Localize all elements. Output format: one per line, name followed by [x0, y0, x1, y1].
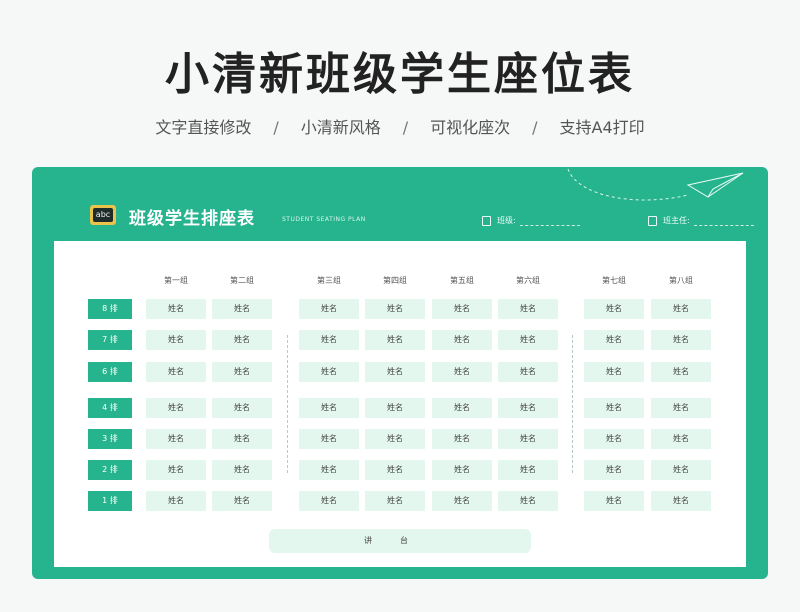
seat-cell[interactable]: 姓名 — [432, 362, 492, 382]
seat-cell[interactable]: 姓名 — [365, 330, 425, 350]
seat-cell[interactable]: 姓名 — [432, 398, 492, 418]
seat-cell[interactable]: 姓名 — [299, 398, 359, 418]
feature-item: 支持A4打印 — [559, 118, 645, 137]
seat-cell[interactable]: 姓名 — [212, 460, 272, 480]
seat-cell[interactable]: 姓名 — [146, 330, 206, 350]
seat-cell[interactable]: 姓名 — [365, 460, 425, 480]
page-title: 小清新班级学生座位表 — [165, 49, 635, 100]
seat-cell[interactable]: 姓名 — [365, 299, 425, 319]
seat-cell[interactable]: 姓名 — [498, 299, 558, 319]
seat-cell[interactable]: 姓名 — [212, 491, 272, 511]
seat-cell[interactable]: 姓名 — [432, 330, 492, 350]
seat-cell[interactable]: 姓名 — [651, 429, 711, 449]
seat-cell[interactable]: 姓名 — [651, 362, 711, 382]
group-header: 第六组 — [516, 276, 540, 285]
group-header: 第七组 — [602, 276, 626, 285]
class-input-line[interactable] — [519, 218, 580, 226]
seat-cell[interactable]: 姓名 — [432, 299, 492, 319]
seat-cell[interactable]: 姓名 — [584, 362, 644, 382]
sheet-subtitle: STUDENT SEATING PLAN — [282, 216, 366, 223]
seat-cell[interactable]: 姓名 — [146, 299, 206, 319]
row-label: 7 排 — [88, 330, 132, 350]
seat-cell[interactable]: 姓名 — [146, 460, 206, 480]
separator: / — [273, 118, 279, 137]
seat-cell[interactable]: 姓名 — [584, 299, 644, 319]
seat-cell[interactable]: 姓名 — [299, 330, 359, 350]
seat-cell[interactable]: 姓名 — [365, 429, 425, 449]
seat-cell[interactable]: 姓名 — [584, 491, 644, 511]
seat-cell[interactable]: 姓名 — [365, 398, 425, 418]
seat-cell[interactable]: 姓名 — [212, 362, 272, 382]
seat-cell[interactable]: 姓名 — [584, 330, 644, 350]
seat-cell[interactable]: 姓名 — [365, 491, 425, 511]
group-header: 第二组 — [230, 276, 254, 285]
feature-list: 文字直接修改 / 小清新风格 / 可视化座次 / 支持A4打印 — [0, 114, 800, 138]
seat-cell[interactable]: 姓名 — [212, 330, 272, 350]
feature-item: 可视化座次 — [430, 118, 511, 137]
seat-cell[interactable]: 姓名 — [212, 429, 272, 449]
seat-cell[interactable]: 姓名 — [651, 491, 711, 511]
seat-cell[interactable]: 姓名 — [584, 429, 644, 449]
row-label: 2 排 — [88, 460, 132, 480]
row-label: 4 排 — [88, 398, 132, 418]
seat-cell[interactable]: 姓名 — [212, 299, 272, 319]
row-label: 3 排 — [88, 429, 132, 449]
seat-cell[interactable]: 姓名 — [498, 491, 558, 511]
separator: / — [402, 118, 409, 137]
teacher-field[interactable]: 班主任: — [648, 215, 754, 226]
feature-item: 小清新风格 — [300, 118, 381, 137]
seat-cell[interactable]: 姓名 — [146, 398, 206, 418]
teacher-input-line[interactable] — [693, 218, 754, 226]
row-label: 8 排 — [88, 299, 132, 319]
seat-cell[interactable]: 姓名 — [498, 429, 558, 449]
aisle-divider — [287, 335, 288, 473]
seat-cell[interactable]: 姓名 — [498, 398, 558, 418]
seat-cell[interactable]: 姓名 — [146, 491, 206, 511]
seat-cell[interactable]: 姓名 — [498, 460, 558, 480]
seat-cell[interactable]: 姓名 — [299, 299, 359, 319]
feature-item: 文字直接修改 — [155, 118, 252, 137]
seat-cell[interactable]: 姓名 — [299, 429, 359, 449]
podium: 讲台 — [269, 529, 531, 553]
seating-chart-card: abc 班级学生排座表 STUDENT SEATING PLAN 班级: 班主任… — [32, 167, 768, 579]
separator: / — [532, 118, 538, 137]
sheet-title: 班级学生排座表 — [129, 209, 255, 229]
seat-cell[interactable]: 姓名 — [651, 398, 711, 418]
group-header: 第五组 — [450, 276, 474, 285]
seat-cell[interactable]: 姓名 — [299, 491, 359, 511]
seat-cell[interactable]: 姓名 — [365, 362, 425, 382]
teacher-label: 班主任: — [663, 216, 690, 225]
abc-board-text: abc — [93, 208, 113, 222]
seat-cell[interactable]: 姓名 — [651, 299, 711, 319]
seat-cell[interactable]: 姓名 — [651, 460, 711, 480]
class-label: 班级: — [497, 216, 516, 225]
seat-cell[interactable]: 姓名 — [432, 460, 492, 480]
seat-cell[interactable]: 姓名 — [299, 460, 359, 480]
group-header: 第八组 — [669, 276, 693, 285]
seat-cell[interactable]: 姓名 — [432, 429, 492, 449]
seat-cell[interactable]: 姓名 — [651, 330, 711, 350]
seat-cell[interactable]: 姓名 — [498, 330, 558, 350]
group-header: 第四组 — [383, 276, 407, 285]
abc-board-icon: abc — [90, 205, 116, 225]
seat-cell[interactable]: 姓名 — [432, 491, 492, 511]
seat-cell[interactable]: 姓名 — [212, 398, 272, 418]
group-header: 第一组 — [164, 276, 188, 285]
class-field[interactable]: 班级: — [482, 215, 580, 226]
group-header: 第三组 — [317, 276, 341, 285]
class-icon — [482, 216, 491, 226]
row-label: 6 排 — [88, 362, 132, 382]
seat-cell[interactable]: 姓名 — [299, 362, 359, 382]
seat-cell[interactable]: 姓名 — [584, 398, 644, 418]
row-label: 1 排 — [88, 491, 132, 511]
seat-cell[interactable]: 姓名 — [146, 429, 206, 449]
seat-cell[interactable]: 姓名 — [584, 460, 644, 480]
seat-cell[interactable]: 姓名 — [498, 362, 558, 382]
teacher-icon — [648, 216, 657, 226]
aisle-divider — [572, 335, 573, 473]
seat-cell[interactable]: 姓名 — [146, 362, 206, 382]
